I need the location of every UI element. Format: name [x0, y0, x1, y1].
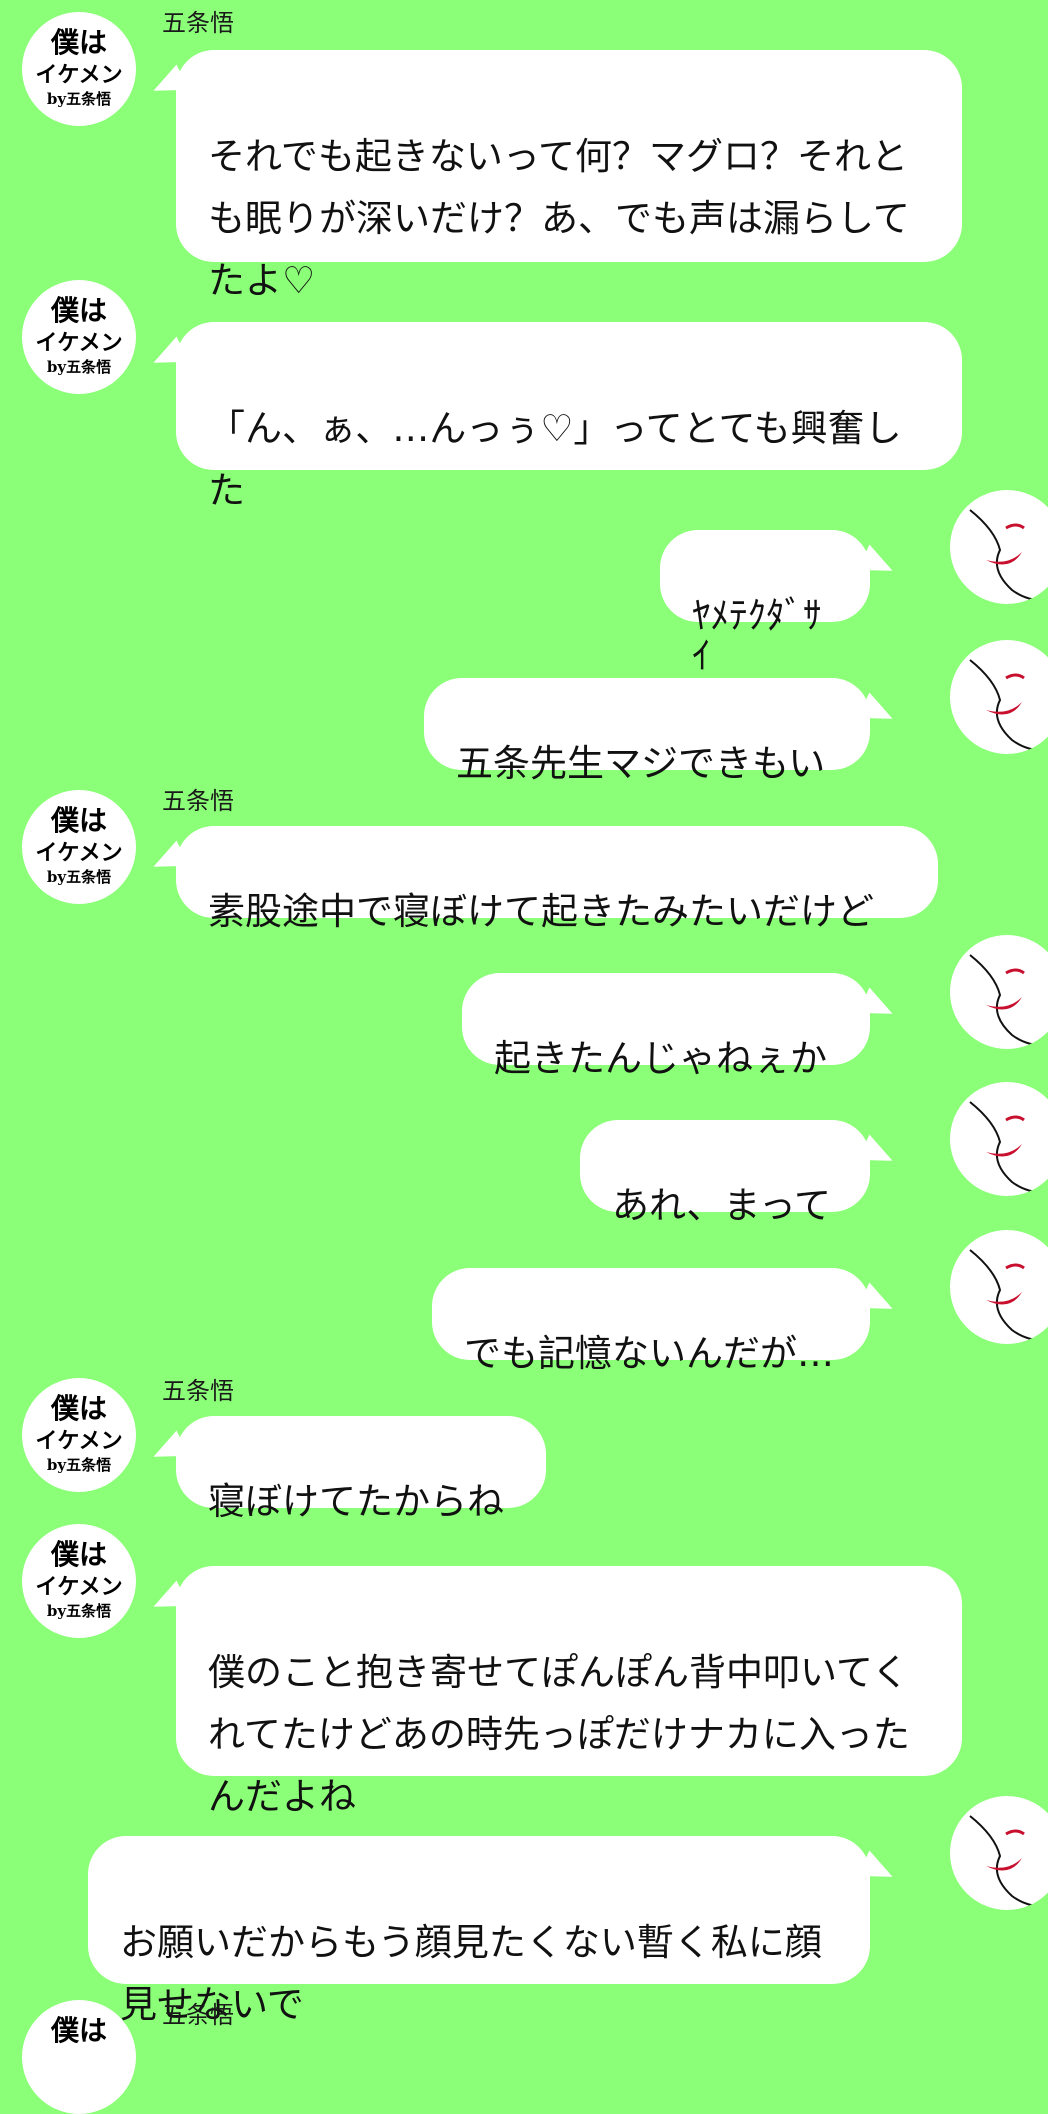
avatar-logo-line1: 僕は [50, 1538, 107, 1571]
message-text: 起きたんじゃねぇか [494, 1037, 827, 1080]
avatar-logo-line1: 僕は [50, 294, 107, 327]
message-bubble-right[interactable]: ﾔﾒﾃｸﾀﾞｻｲ [660, 530, 870, 676]
message-text: 寝ぼけてたからね [208, 1480, 504, 1523]
face-avatar-icon [969, 954, 1048, 1047]
avatar-logo-line3: by五条悟 [47, 868, 111, 886]
avatar-logo-line1: 僕は [50, 26, 107, 59]
avatar-user[interactable] [950, 640, 1048, 754]
logo-avatar-icon: 僕は [50, 2014, 107, 2047]
avatar-gojo[interactable]: 僕は イケメン by五条悟 [22, 790, 136, 904]
sender-name: 五条悟 [162, 1377, 234, 1405]
message-bubble-left[interactable]: 素股途中で寝ぼけて起きたみたいだけど [176, 826, 938, 932]
avatar-gojo[interactable]: 僕は イケメン by五条悟 [22, 12, 136, 126]
avatar-user[interactable] [950, 935, 1048, 1049]
chat-view: 僕は イケメン by五条悟 五条悟 それでも起きないって何？マグロ？それとも眠り… [0, 0, 1048, 2114]
sender-name: 五条悟 [162, 2001, 234, 2029]
face-avatar-icon [969, 1101, 1048, 1194]
logo-avatar-icon: 僕は イケメン by五条悟 [35, 26, 122, 108]
message-bubble-left[interactable]: 寝ぼけてたからね [176, 1416, 546, 1522]
message-bubble-left[interactable]: 僕のこと抱き寄せてぽんぽん背中叩いてくれてたけどあの時先っぽだけナカに入ったんだ… [176, 1566, 962, 1818]
message-bubble-left[interactable]: それでも起きないって何？マグロ？それとも眠りが深いだけ？あ、でも声は漏らしてたよ… [176, 50, 962, 302]
avatar-logo-line2: イケメン [35, 62, 122, 88]
avatar-logo-line1: 僕は [50, 804, 107, 837]
message-text: でも記憶ないんだが… [464, 1332, 834, 1375]
avatar-gojo[interactable]: 僕は イケメン by五条悟 [22, 280, 136, 394]
message-text: あれ、まって [612, 1184, 832, 1227]
avatar-user[interactable] [950, 1796, 1048, 1910]
avatar-logo-line1: 僕は [50, 1392, 107, 1425]
message-bubble-right[interactable]: 起きたんじゃねぇか [462, 973, 870, 1079]
message-bubble-right[interactable]: お願いだからもう顔見たくない暫く私に顔見せないで [88, 1836, 870, 2026]
avatar-logo-line2: イケメン [35, 330, 122, 356]
avatar-user[interactable] [950, 1230, 1048, 1344]
message-text: 五条先生マジできもい [456, 742, 826, 785]
avatar-logo-line3: by五条悟 [47, 90, 111, 108]
avatar-logo-line3: by五条悟 [47, 1456, 111, 1474]
logo-avatar-icon: 僕は イケメン by五条悟 [35, 1538, 122, 1620]
sender-name: 五条悟 [162, 787, 234, 815]
message-text: ﾔﾒﾃｸﾀﾞｻｲ [692, 594, 822, 677]
avatar-gojo[interactable]: 僕は [22, 2000, 136, 2114]
avatar-logo-line2: イケメン [35, 1574, 122, 1600]
logo-avatar-icon: 僕は イケメン by五条悟 [35, 1392, 122, 1474]
message-bubble-right[interactable]: あれ、まって [580, 1120, 870, 1226]
avatar-user[interactable] [950, 490, 1048, 604]
message-bubble-right[interactable]: でも記憶ないんだが… [432, 1268, 870, 1374]
face-avatar-icon [969, 1249, 1048, 1342]
avatar-gojo[interactable]: 僕は イケメン by五条悟 [22, 1378, 136, 1492]
avatar-logo-line2: イケメン [35, 840, 122, 866]
message-text: それでも起きないって何？マグロ？それとも眠りが深いだけ？あ、でも声は漏らしてたよ… [208, 135, 910, 302]
message-bubble-right[interactable]: 五条先生マジできもい [424, 678, 870, 784]
avatar-logo-line2: イケメン [35, 1428, 122, 1454]
avatar-logo-line3: by五条悟 [47, 358, 111, 376]
logo-avatar-icon: 僕は イケメン by五条悟 [35, 804, 122, 886]
message-text: 素股途中で寝ぼけて起きたみたいだけど [208, 890, 874, 933]
face-avatar-icon [969, 1815, 1048, 1908]
avatar-gojo[interactable]: 僕は イケメン by五条悟 [22, 1524, 136, 1638]
avatar-user[interactable] [950, 1082, 1048, 1196]
message-text: 僕のこと抱き寄せてぽんぽん背中叩いてくれてたけどあの時先っぽだけナカに入ったんだ… [208, 1651, 910, 1818]
message-bubble-left[interactable]: 「ん、ぁ、…んっぅ♡」ってとても興奮した [176, 322, 962, 512]
logo-avatar-icon: 僕は イケメン by五条悟 [35, 294, 122, 376]
sender-name: 五条悟 [162, 9, 234, 37]
message-text: 「ん、ぁ、…んっぅ♡」ってとても興奮した [208, 407, 902, 512]
avatar-logo-line3: by五条悟 [47, 1602, 111, 1620]
avatar-logo-line1: 僕は [50, 2014, 107, 2047]
face-avatar-icon [969, 509, 1048, 602]
face-avatar-icon [969, 659, 1048, 752]
